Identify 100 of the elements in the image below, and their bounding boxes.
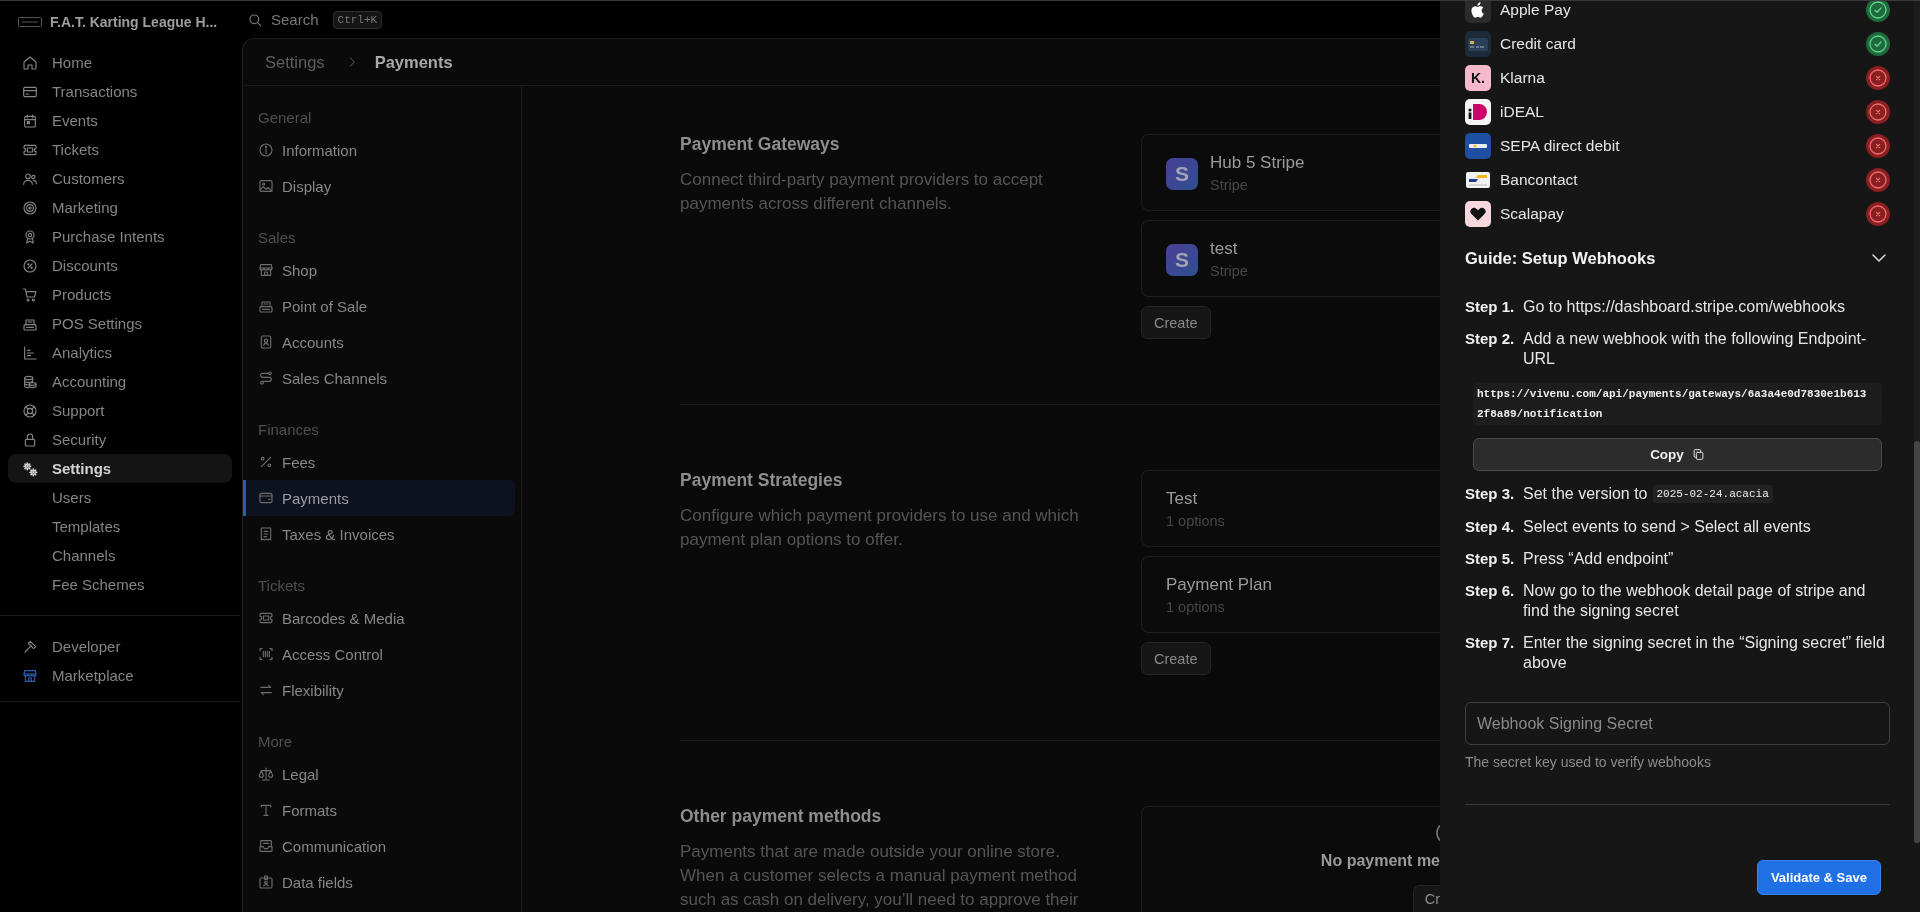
section-description: Configure which payment providers to use and which payment plan options to offer.: [680, 505, 1080, 551]
nav-item[interactable]: Analytics: [8, 338, 232, 367]
nav-item[interactable]: Settings: [8, 454, 232, 483]
settings-group-label: Sales: [257, 228, 297, 248]
search-icon: [247, 11, 263, 28]
step-text: Set the version to: [1523, 484, 1648, 504]
bar-chart-icon: [22, 344, 38, 361]
create-button[interactable]: Cr: [1412, 885, 1440, 912]
gateway-card[interactable]: S test Stripe: [1141, 220, 1440, 297]
settings-nav-item[interactable]: Point of Sale: [243, 288, 515, 324]
receipt-icon: [258, 526, 274, 542]
create-button[interactable]: Create: [1141, 306, 1211, 339]
lifebuoy-icon: [22, 402, 38, 419]
nav-item[interactable]: Discounts: [8, 251, 232, 280]
coins-icon: [22, 373, 38, 390]
settings-nav-item[interactable]: Data fields: [243, 864, 515, 900]
settings-group-label: Finances: [257, 420, 320, 440]
nav-item[interactable]: Customers: [8, 164, 232, 193]
step-label: Step 4.: [1465, 517, 1516, 537]
organization-name: F.A.T. Karting League H...: [50, 14, 218, 30]
settings-nav-item[interactable]: Display: [243, 168, 515, 204]
settings-nav-item[interactable]: Legal: [243, 756, 515, 792]
nav-subitem[interactable]: Channels: [8, 541, 232, 570]
nav-subitem[interactable]: Fee Schemes: [8, 570, 232, 599]
settings-group-label: Tickets: [257, 576, 306, 596]
empty-state-title: No payment me: [1320, 851, 1440, 871]
search-button[interactable]: Search: [247, 11, 319, 28]
nav-item[interactable]: Marketplace: [8, 661, 232, 690]
settings-nav-item[interactable]: Flexibility: [243, 672, 515, 708]
nav-item[interactable]: Purchase Intents: [8, 222, 232, 251]
settings-nav-item[interactable]: Fees: [243, 444, 515, 480]
gears-icon: [22, 460, 38, 477]
nav-item[interactable]: POS Settings: [8, 309, 232, 338]
cart-icon: [22, 286, 38, 303]
settings-nav-item[interactable]: Access Control: [243, 636, 515, 672]
award-icon: [22, 228, 38, 245]
nav-item[interactable]: Products: [8, 280, 232, 309]
nav-subitem[interactable]: Users: [8, 483, 232, 512]
route-icon: [258, 370, 274, 386]
nav-item[interactable]: Developer: [8, 632, 232, 661]
calendar-icon: [22, 112, 38, 129]
section-title: Payment Gateways: [680, 133, 841, 156]
step-label: Step 1.: [1465, 297, 1516, 317]
settings-nav-item[interactable]: Barcodes & Media: [243, 600, 515, 636]
scrollbar-thumb[interactable]: [1914, 441, 1920, 843]
settings-nav-item[interactable]: Sales Channels: [243, 360, 515, 396]
step-label: Step 3.: [1465, 484, 1516, 504]
breadcrumb-link[interactable]: Settings: [265, 52, 325, 72]
cash-register-icon: [258, 298, 274, 314]
nav-item[interactable]: Home: [8, 48, 232, 77]
endpoint-url-block: https://vivenu.com/api/payments/gateways/6a3a4e0d7830e1b6132f8a89/notification: [1473, 383, 1882, 425]
card-title: Test: [1166, 488, 1199, 510]
copy-button[interactable]: Copy: [1473, 438, 1882, 471]
section-description: Connect third-party payment providers to accept payments across different channels.: [680, 169, 1044, 215]
nav-item[interactable]: Security: [8, 425, 232, 454]
nav-item[interactable]: Marketing: [8, 193, 232, 222]
swap-arrows-icon: [258, 682, 274, 698]
validate-save-button[interactable]: Validate & Save: [1756, 860, 1881, 895]
scales-icon: [258, 766, 274, 782]
strategy-card[interactable]: Test 1 options: [1141, 470, 1440, 547]
step-label: Step 7.: [1465, 633, 1516, 653]
nav-item[interactable]: Events: [8, 106, 232, 135]
inbox-icon: [258, 838, 274, 854]
nav-item[interactable]: Support: [8, 396, 232, 425]
strategy-card[interactable]: Payment Plan 1 options: [1141, 556, 1440, 633]
house-icon: [22, 54, 38, 71]
card-subtitle: Stripe: [1210, 176, 1249, 195]
nav-subitem[interactable]: Templates: [8, 512, 232, 541]
nav-item[interactable]: Transactions: [8, 77, 232, 106]
payment-method-name: iDEAL: [1500, 103, 1545, 121]
settings-nav-item[interactable]: Formats: [243, 792, 515, 828]
logo-icon: [18, 17, 42, 27]
info-icon: [258, 142, 274, 158]
settings-nav-item[interactable]: Information: [243, 132, 515, 168]
id-badge-icon: [258, 874, 274, 890]
nav-item[interactable]: Accounting: [8, 367, 232, 396]
gateway-card[interactable]: S Hub 5 Stripe Stripe: [1141, 134, 1440, 211]
step-label: Step 2.: [1465, 329, 1516, 349]
id-card-icon: [258, 334, 274, 350]
lock-icon: [22, 431, 38, 448]
nav-item[interactable]: Tickets: [8, 135, 232, 164]
storefront-icon: [258, 262, 274, 278]
create-button[interactable]: Create: [1141, 642, 1211, 675]
settings-nav-item[interactable]: Payments: [243, 480, 515, 516]
payment-logo-icon: [1465, 99, 1491, 125]
keyboard-shortcut: Ctrl+K: [332, 10, 383, 29]
settings-nav-item[interactable]: Taxes & Invoices: [243, 516, 515, 552]
settings-nav-item[interactable]: Communication: [243, 828, 515, 864]
payment-logo-icon: [1465, 133, 1491, 159]
section-description: Payments that are made outside your online store. When a customer selects a manual payment method such as cash on delivery, you’ll need to approve their: [680, 841, 1080, 911]
gateway-logo: S: [1166, 158, 1198, 190]
settings-nav-item[interactable]: Accounts: [243, 324, 515, 360]
payment-method-name: SEPA direct debit: [1500, 137, 1621, 155]
input-field[interactable]: Webhook Signing Secret: [1465, 702, 1890, 745]
guide-toggle[interactable]: Guide: Setup Webhooks: [1465, 246, 1894, 270]
target-icon: [22, 199, 38, 216]
settings-nav-item[interactable]: Shop: [243, 252, 515, 288]
payment-method-name: Klarna: [1500, 69, 1546, 87]
section-title: Payment Strategies: [680, 469, 844, 492]
step-text: Add a new webhook with the following Endpoint-URL: [1523, 329, 1868, 369]
